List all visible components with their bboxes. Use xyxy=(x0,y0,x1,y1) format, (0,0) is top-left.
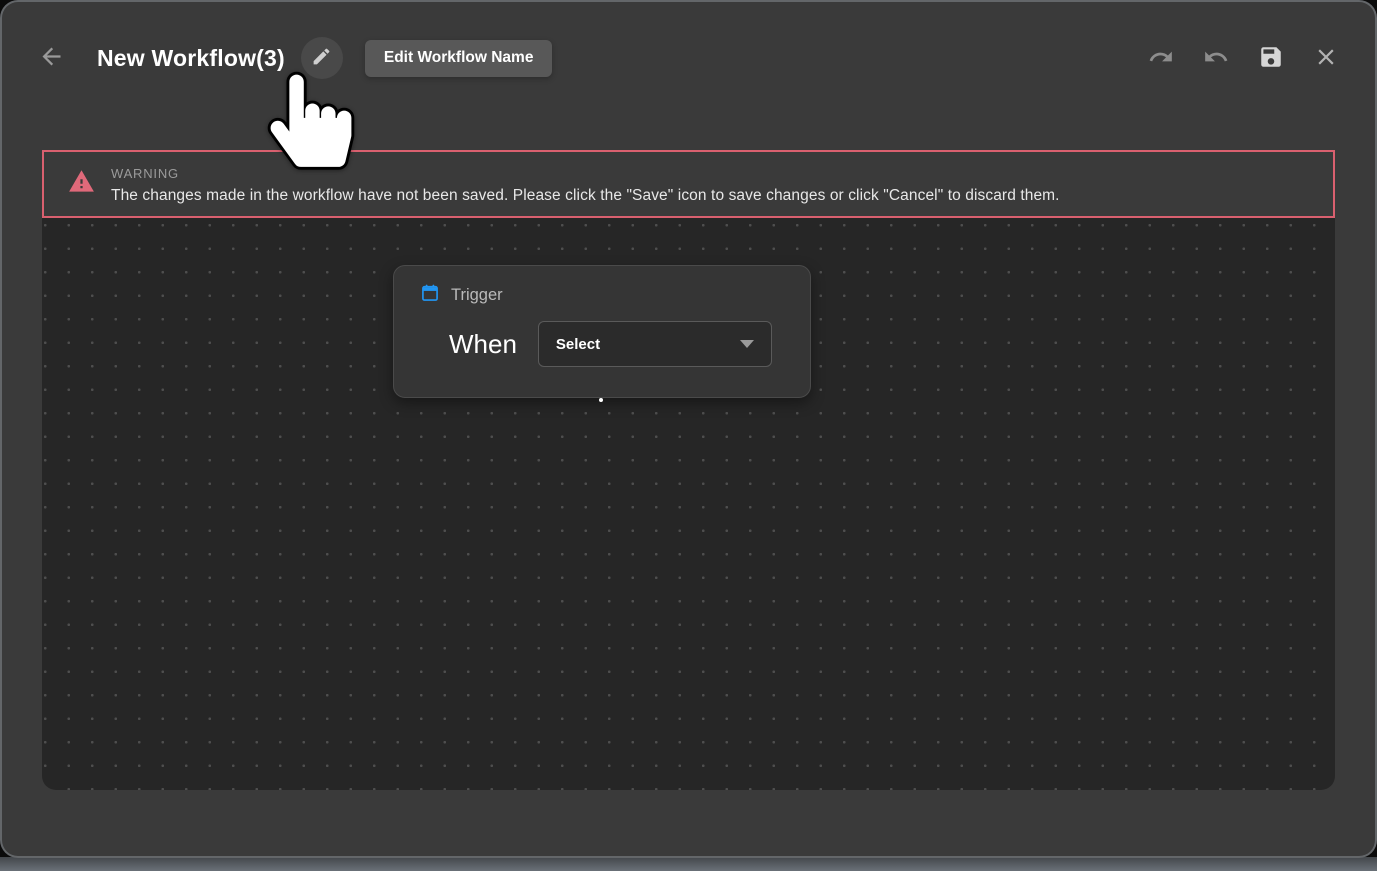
trigger-card-header: Trigger xyxy=(420,283,784,308)
background-page-edge xyxy=(0,857,1377,871)
trigger-select-dropdown[interactable]: Select xyxy=(538,321,772,367)
undo-button[interactable] xyxy=(1203,44,1229,73)
node-connector-dot[interactable] xyxy=(599,398,603,402)
calendar-icon xyxy=(420,283,440,308)
workflow-editor-window: New Workflow(3) Edit Workflow Name xyxy=(0,0,1377,858)
when-label: When xyxy=(449,329,517,360)
warning-message: The changes made in the workflow have no… xyxy=(111,187,1060,205)
topbar: New Workflow(3) Edit Workflow Name xyxy=(2,2,1375,114)
trigger-card-title: Trigger xyxy=(451,286,503,305)
back-arrow-icon xyxy=(38,43,65,73)
warning-label: WARNING xyxy=(111,163,1060,181)
redo-icon xyxy=(1148,44,1174,73)
redo-button[interactable] xyxy=(1148,44,1174,73)
pencil-icon xyxy=(311,46,332,70)
workflow-title: New Workflow(3) xyxy=(97,45,285,72)
topbar-actions xyxy=(1148,44,1339,73)
unsaved-changes-warning-banner: WARNING The changes made in the workflow… xyxy=(42,150,1335,218)
save-button[interactable] xyxy=(1258,44,1284,73)
trigger-select-value: Select xyxy=(556,336,600,353)
warning-text-block: WARNING The changes made in the workflow… xyxy=(111,163,1060,205)
back-button[interactable] xyxy=(38,43,65,73)
chevron-down-icon xyxy=(740,340,754,348)
save-icon xyxy=(1258,44,1284,73)
close-button[interactable] xyxy=(1313,44,1339,73)
edit-workflow-name-tooltip: Edit Workflow Name xyxy=(365,40,553,77)
workflow-canvas[interactable]: Trigger When Select xyxy=(42,218,1335,790)
trigger-when-row: When Select xyxy=(420,321,784,367)
edit-workflow-name-button[interactable] xyxy=(301,37,343,79)
trigger-node-card[interactable]: Trigger When Select xyxy=(393,265,811,398)
warning-triangle-icon xyxy=(68,168,95,200)
undo-icon xyxy=(1203,44,1229,73)
close-icon xyxy=(1313,44,1339,73)
